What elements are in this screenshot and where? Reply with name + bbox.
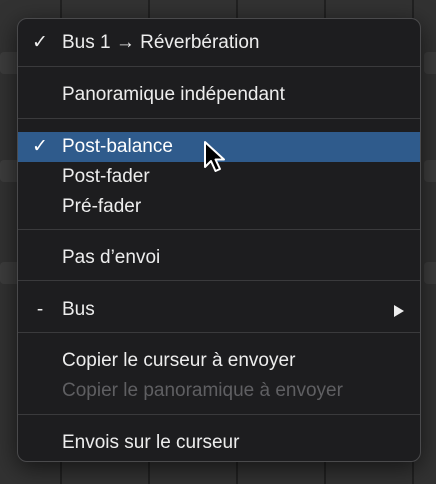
menu-item-label: Copier le panoramique à envoyer — [62, 380, 343, 401]
menu-item-label: Panoramique indépendant — [62, 84, 285, 105]
menu-item-copy-pan-to-send: Copier le panoramique à envoyer — [18, 376, 420, 406]
chevron-right-icon — [394, 305, 404, 317]
menu-separator — [18, 414, 420, 415]
menu-separator — [18, 229, 420, 230]
menu-item-label: Pré-fader — [62, 196, 142, 217]
checkmark-icon: ✓ — [32, 136, 48, 157]
menu-item-label: Post-balance — [62, 136, 173, 157]
menu-item-bus[interactable]: - Bus — [18, 295, 420, 325]
checkmark-icon: ✓ — [32, 32, 48, 53]
send-context-menu: ✓ Bus 1 → Réverbération Panoramique indé… — [17, 18, 421, 462]
mouse-pointer-icon — [204, 141, 225, 172]
menu-item-label: Envois sur le curseur — [62, 432, 240, 453]
dash-mark-icon: - — [36, 299, 44, 320]
background-slot — [424, 52, 436, 74]
menu-item-label: Bus 1 → Réverbération — [62, 32, 260, 53]
menu-item-copy-fader-to-send[interactable]: Copier le curseur à envoyer — [18, 346, 420, 376]
menu-item-sends-on-fader[interactable]: Envois sur le curseur — [18, 428, 420, 458]
menu-item-independent-pan[interactable]: Panoramique indépendant — [18, 80, 420, 110]
menu-item-no-send[interactable]: Pas d’envoi — [18, 243, 420, 273]
background-slot — [424, 160, 436, 182]
menu-item-pre-fader[interactable]: Pré-fader — [18, 192, 420, 222]
menu-item-label: Pas d’envoi — [62, 247, 161, 268]
menu-item-label: Post-fader — [62, 166, 150, 187]
menu-separator — [18, 280, 420, 281]
menu-item-bus-1-reverb[interactable]: ✓ Bus 1 → Réverbération — [18, 28, 420, 58]
menu-separator — [18, 332, 420, 333]
menu-item-label: Bus — [62, 299, 95, 320]
menu-separator — [18, 118, 420, 119]
menu-item-label: Copier le curseur à envoyer — [62, 350, 296, 371]
menu-separator — [18, 66, 420, 67]
background-slot — [424, 262, 436, 284]
